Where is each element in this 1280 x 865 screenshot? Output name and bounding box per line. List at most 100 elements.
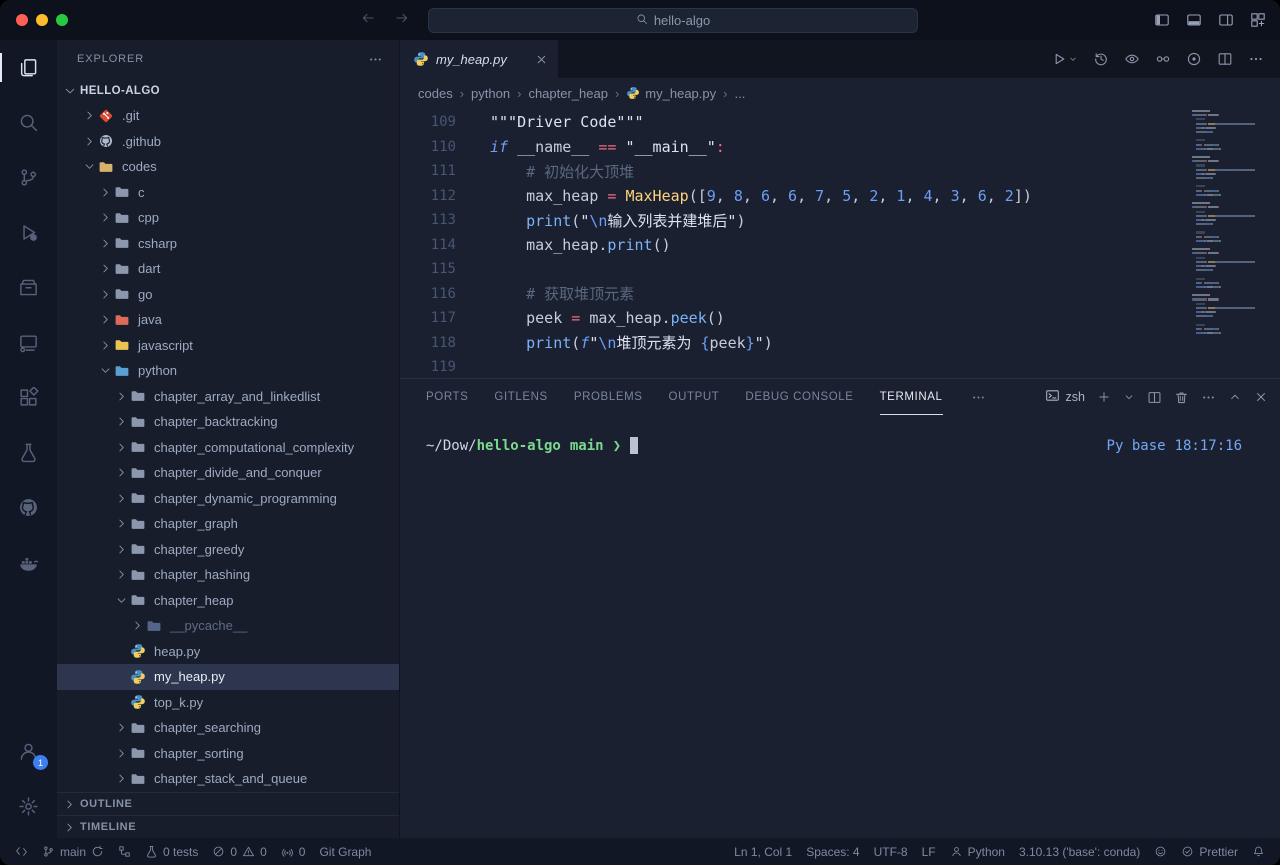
- kill-terminal-button[interactable]: [1174, 390, 1189, 405]
- breadcrumb-chapter-heap[interactable]: chapter_heap: [528, 86, 608, 101]
- tree-item-github[interactable]: .github: [57, 129, 399, 155]
- minimize-window-button[interactable]: [36, 14, 48, 26]
- close-tab-icon[interactable]: [535, 53, 548, 66]
- more-actions-button[interactable]: [1248, 51, 1264, 67]
- breadcrumb-my-heap-py[interactable]: my_heap.py: [626, 86, 716, 101]
- tree-item-top-k-py[interactable]: top_k.py: [57, 690, 399, 716]
- activity-manage[interactable]: [0, 779, 57, 834]
- tree-item-git[interactable]: .git: [57, 103, 399, 129]
- gitlens-annotations-button[interactable]: [1124, 51, 1140, 67]
- toggle-panel-icon[interactable]: [1186, 12, 1202, 28]
- outline-section[interactable]: OUTLINE: [57, 792, 399, 815]
- tree-item-heap-py[interactable]: heap.py: [57, 639, 399, 665]
- tree-item-cpp[interactable]: cpp: [57, 205, 399, 231]
- activity-source-control[interactable]: [0, 150, 57, 205]
- zoom-window-button[interactable]: [56, 14, 68, 26]
- status-git-branch[interactable]: main: [35, 838, 111, 865]
- panel-tab-terminal[interactable]: TERMINAL: [880, 379, 943, 415]
- tree-item-my-heap-py[interactable]: my_heap.py: [57, 664, 399, 690]
- activity-extensions[interactable]: [0, 370, 57, 425]
- status-type-hierarchy[interactable]: [111, 838, 138, 865]
- status-problems[interactable]: 00: [205, 838, 273, 865]
- tree-item-go[interactable]: go: [57, 282, 399, 308]
- close-panel-icon[interactable]: [1254, 390, 1268, 404]
- activity-github[interactable]: [0, 480, 57, 535]
- breadcrumb-codes[interactable]: codes: [418, 86, 453, 101]
- panel-tab-output[interactable]: OUTPUT: [669, 379, 720, 415]
- status-tests[interactable]: 0 tests: [138, 838, 205, 865]
- activity-library[interactable]: [0, 260, 57, 315]
- panel-tabs-more-icon[interactable]: [971, 390, 986, 405]
- activity-testing[interactable]: [0, 425, 57, 480]
- back-arrow-icon[interactable]: [360, 10, 376, 31]
- status-prettier[interactable]: Prettier: [1174, 838, 1245, 865]
- breadcrumb-[interactable]: ...: [734, 86, 745, 101]
- activity-run-and-debug[interactable]: [0, 205, 57, 260]
- status-indentation[interactable]: Spaces: 4: [799, 838, 866, 865]
- status-eol[interactable]: LF: [915, 838, 943, 865]
- terminal-cursor[interactable]: [630, 437, 638, 454]
- activity-accounts[interactable]: 1: [0, 724, 57, 779]
- status-language-mode[interactable]: Python: [943, 838, 1012, 865]
- tree-item-c[interactable]: c: [57, 180, 399, 206]
- status-remote-indicator[interactable]: [8, 838, 35, 865]
- tree-item-pycache[interactable]: __pycache__: [57, 613, 399, 639]
- status-notifications[interactable]: [1245, 838, 1272, 865]
- command-center-search[interactable]: hello-algo: [428, 8, 918, 33]
- status-feedback[interactable]: [1147, 838, 1174, 865]
- file-history-button[interactable]: [1093, 51, 1109, 67]
- panel-tab-ports[interactable]: PORTS: [426, 379, 468, 415]
- terminal[interactable]: ~/Dow/hello-algo main ❯ Py base 18:17:16: [400, 415, 1280, 838]
- tree-item-chapter-greedy[interactable]: chapter_greedy: [57, 537, 399, 563]
- timeline-section[interactable]: TIMELINE: [57, 815, 399, 838]
- code-editor[interactable]: 109"""Driver Code"""110if __name__ == "_…: [400, 108, 1280, 378]
- panel-more-actions-icon[interactable]: [1201, 390, 1216, 405]
- minimap[interactable]: [1192, 110, 1272, 340]
- tree-item-chapter-dynamic-programming[interactable]: chapter_dynamic_programming: [57, 486, 399, 512]
- tree-item-javascript[interactable]: javascript: [57, 333, 399, 359]
- split-editor-button[interactable]: [1217, 51, 1233, 67]
- new-terminal-button[interactable]: [1097, 390, 1111, 404]
- tab-my-heap-py[interactable]: my_heap.py: [400, 40, 558, 78]
- panel-tab-gitlens[interactable]: GITLENS: [494, 379, 547, 415]
- tree-item-chapter-array-and-linkedlist[interactable]: chapter_array_and_linkedlist: [57, 384, 399, 410]
- tree-item-codes[interactable]: codes: [57, 154, 399, 180]
- activity-remote-explorer[interactable]: [0, 315, 57, 370]
- gitlens-graph-button[interactable]: [1186, 51, 1202, 67]
- split-terminal-button[interactable]: [1147, 390, 1162, 405]
- tree-item-chapter-sorting[interactable]: chapter_sorting: [57, 741, 399, 767]
- tree-item-chapter-searching[interactable]: chapter_searching: [57, 715, 399, 741]
- tree-item-chapter-hashing[interactable]: chapter_hashing: [57, 562, 399, 588]
- activity-explorer[interactable]: [0, 40, 57, 95]
- tree-item-chapter-heap[interactable]: chapter_heap: [57, 588, 399, 614]
- breadcrumb-python[interactable]: python: [471, 86, 510, 101]
- toggle-sidebar-icon[interactable]: [1154, 12, 1170, 28]
- status-git-graph[interactable]: Git Graph: [312, 838, 378, 865]
- tree-item-chapter-backtracking[interactable]: chapter_backtracking: [57, 409, 399, 435]
- customize-layout-icon[interactable]: [1250, 12, 1266, 28]
- close-window-button[interactable]: [16, 14, 28, 26]
- tree-item-dart[interactable]: dart: [57, 256, 399, 282]
- status-encoding[interactable]: UTF-8: [867, 838, 915, 865]
- tree-item-java[interactable]: java: [57, 307, 399, 333]
- status-cursor-position[interactable]: Ln 1, Col 1: [727, 838, 799, 865]
- run-python-file-button[interactable]: [1051, 51, 1078, 67]
- terminal-profiles-dropdown-icon[interactable]: [1123, 391, 1135, 403]
- tree-item-chapter-computational-complexity[interactable]: chapter_computational_complexity: [57, 435, 399, 461]
- maximize-panel-icon[interactable]: [1228, 390, 1242, 404]
- status-ports[interactable]: 0: [274, 838, 313, 865]
- forward-arrow-icon[interactable]: [394, 10, 410, 31]
- panel-tab-debug-console[interactable]: DEBUG CONSOLE: [745, 379, 853, 415]
- open-changes-button[interactable]: [1155, 51, 1171, 67]
- tree-item-chapter-divide-and-conquer[interactable]: chapter_divide_and_conquer: [57, 460, 399, 486]
- activity-search[interactable]: [0, 95, 57, 150]
- tree-item-chapter-stack-and-queue[interactable]: chapter_stack_and_queue: [57, 766, 399, 792]
- activity-docker[interactable]: [0, 535, 57, 590]
- tree-item-chapter-graph[interactable]: chapter_graph: [57, 511, 399, 537]
- status-python-interpreter[interactable]: 3.10.13 ('base': conda): [1012, 838, 1147, 865]
- tree-item-python[interactable]: python: [57, 358, 399, 384]
- toggle-secondary-sidebar-icon[interactable]: [1218, 12, 1234, 28]
- panel-tab-problems[interactable]: PROBLEMS: [574, 379, 643, 415]
- tree-root-hello-algo[interactable]: HELLO-ALGO: [57, 78, 399, 103]
- tree-item-csharp[interactable]: csharp: [57, 231, 399, 257]
